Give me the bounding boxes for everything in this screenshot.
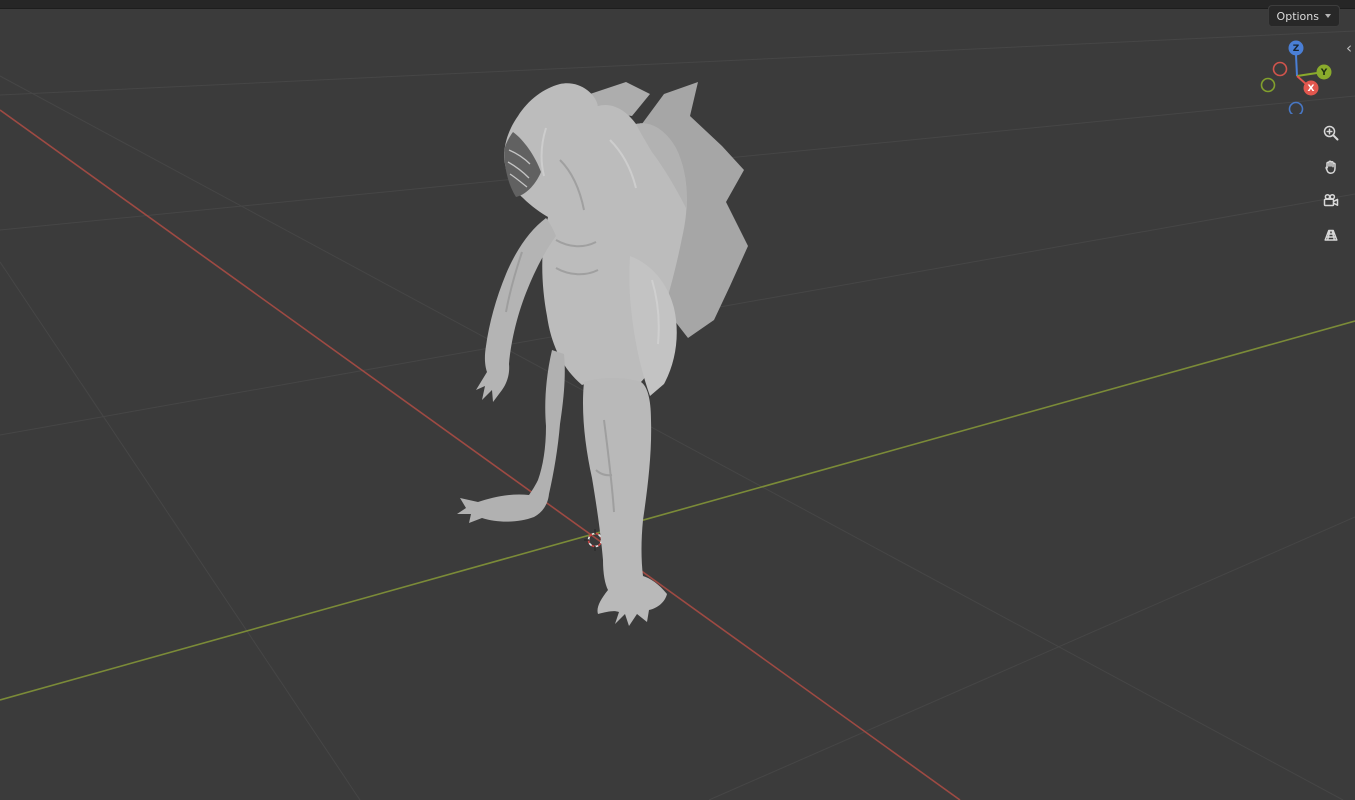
gizmo-negative-x-ball[interactable] — [1272, 61, 1288, 77]
gizmo-axis-lines — [1295, 54, 1318, 85]
gizmo-z-label: Z — [1293, 44, 1300, 54]
toggle-projection-button[interactable] — [1317, 221, 1345, 249]
sidebar-expand-arrow[interactable]: ‹ — [1346, 41, 1352, 56]
creature-model[interactable] — [457, 82, 748, 626]
blender-3d-viewport: Options ‹ Z Y X — [0, 0, 1355, 800]
chevron-down-icon — [1325, 14, 1331, 18]
options-button[interactable]: Options — [1267, 5, 1340, 27]
gizmo-negative-y-ball[interactable] — [1260, 77, 1276, 93]
viewport-tool-column — [1317, 119, 1345, 249]
zoom-icon — [1323, 125, 1339, 141]
top-edge-strip — [0, 0, 1355, 9]
gizmo-negative-z-ball[interactable] — [1288, 101, 1304, 115]
options-button-label: Options — [1276, 9, 1319, 23]
perspective-grid-icon — [1324, 229, 1338, 241]
viewport-3d-scene[interactable] — [0, 0, 1355, 800]
x-axis-line — [0, 109, 961, 800]
hand-icon — [1325, 160, 1336, 174]
y-axis-line — [0, 320, 1355, 701]
pan-button[interactable] — [1317, 153, 1345, 181]
gizmo-z-ball[interactable]: Z — [1288, 40, 1304, 56]
camera-view-button[interactable] — [1317, 187, 1345, 215]
gizmo-y-label: Y — [1320, 68, 1328, 78]
zoom-button[interactable] — [1317, 119, 1345, 147]
camera-icon — [1323, 193, 1339, 207]
gizmo-y-ball[interactable]: Y — [1316, 64, 1332, 80]
navigation-gizmo[interactable]: Z Y X — [1259, 38, 1335, 114]
gizmo-x-ball[interactable]: X — [1303, 80, 1319, 96]
gizmo-x-label: X — [1308, 84, 1315, 94]
